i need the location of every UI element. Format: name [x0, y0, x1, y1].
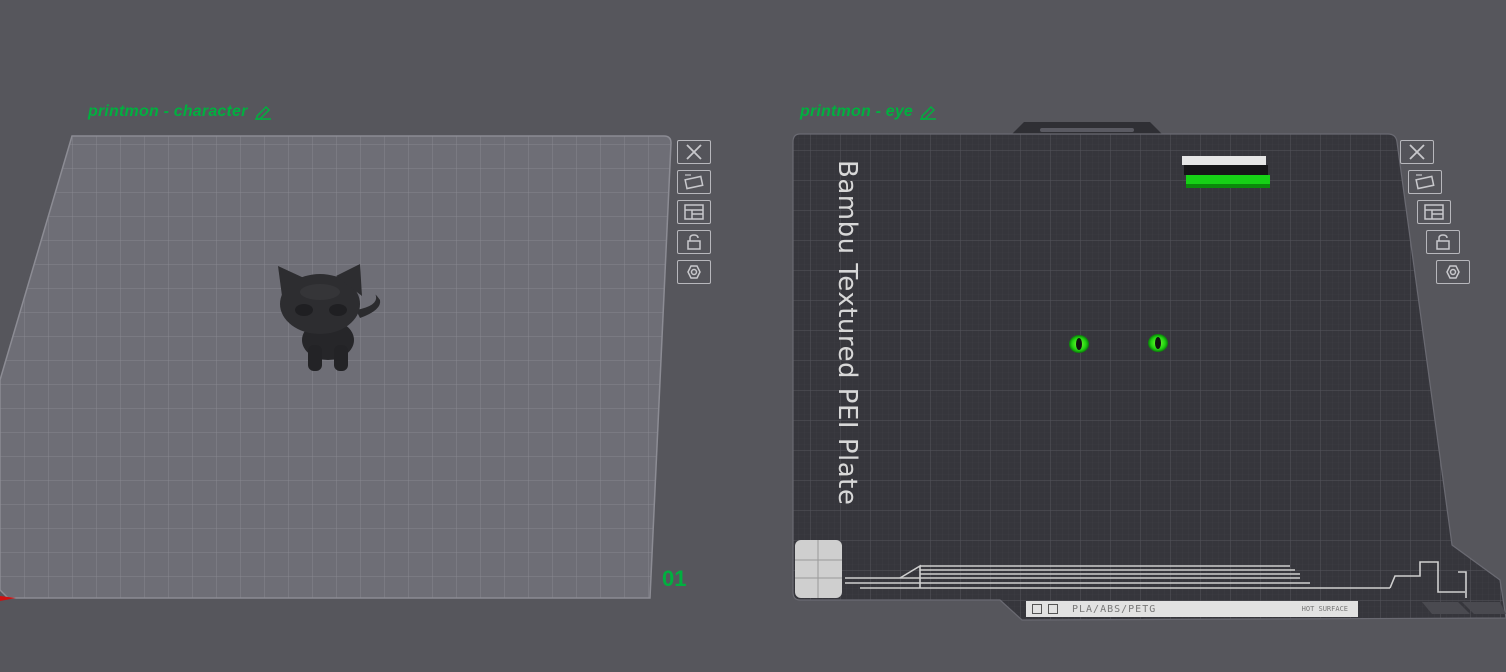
close-plate-button[interactable]: [677, 140, 711, 164]
auto-orient-button[interactable]: [1408, 170, 1442, 194]
settings-icon: [1446, 265, 1460, 279]
arrange-button[interactable]: [677, 200, 711, 224]
settings-icon: [687, 265, 701, 279]
bed-material-text: PLA/ABS/PETG: [1072, 603, 1157, 615]
close-plate-button[interactable]: [1400, 140, 1434, 164]
arrange-icon: [1424, 204, 1444, 220]
plate-2-title[interactable]: printmon - eye: [800, 103, 937, 121]
bed-type-label: Bambu Textured PEI Plate: [832, 160, 862, 506]
hot-surface-text: HOT SURFACE: [1301, 604, 1348, 613]
lock-plate-button[interactable]: [1426, 230, 1460, 254]
plate-settings-button[interactable]: [1436, 260, 1470, 284]
plate-1-toolbar: [677, 140, 711, 284]
plate-1-number: 01: [662, 566, 687, 591]
bed-info-strip: PLA/ABS/PETG HOT SURFACE: [1026, 601, 1358, 617]
plate-2-title-text[interactable]: printmon - eye: [800, 103, 913, 121]
lock-plate-button[interactable]: [677, 230, 711, 254]
plate-2-toolbar: [1400, 140, 1470, 284]
auto-orient-icon: [684, 174, 704, 190]
lock-icon: [1436, 234, 1450, 250]
close-icon: [1409, 144, 1425, 160]
arrange-button[interactable]: [1417, 200, 1451, 224]
auto-orient-button[interactable]: [677, 170, 711, 194]
plate-1-title-text[interactable]: printmon - character: [88, 103, 248, 121]
eye-model-right[interactable]: [1148, 334, 1168, 352]
edit-pencil-icon[interactable]: [919, 104, 937, 120]
3d-viewport[interactable]: [0, 0, 1506, 672]
bed-plate-icon: [1048, 604, 1058, 614]
bed-grid-icon: [1032, 604, 1042, 614]
auto-orient-icon: [1415, 174, 1435, 190]
plate-settings-button[interactable]: [677, 260, 711, 284]
plate-1-title[interactable]: printmon - character: [88, 103, 272, 121]
lock-icon: [687, 234, 701, 250]
close-icon: [686, 144, 702, 160]
arrange-icon: [684, 204, 704, 220]
eye-model-left[interactable]: [1069, 335, 1089, 353]
edit-pencil-icon[interactable]: [254, 104, 272, 120]
filament-swatches: [1182, 156, 1270, 188]
